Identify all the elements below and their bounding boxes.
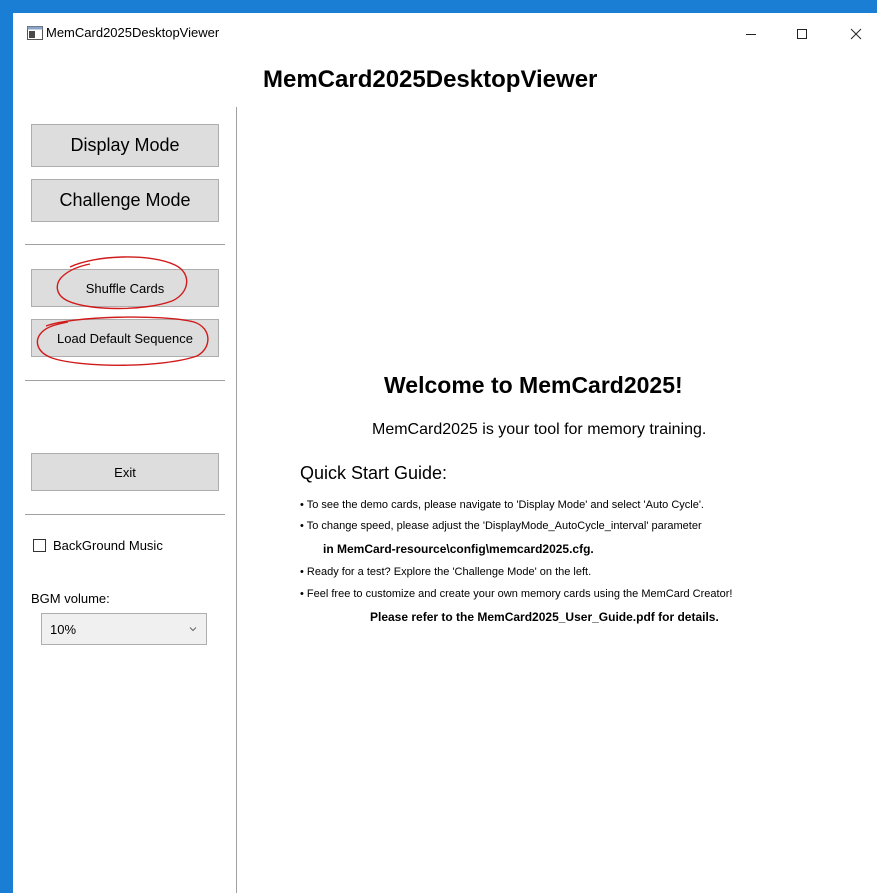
display-mode-button[interactable]: Display Mode [31, 124, 219, 167]
minimize-icon [746, 34, 756, 35]
shuffle-cards-button[interactable]: Shuffle Cards [31, 269, 219, 307]
window-frame-top [0, 0, 877, 13]
app-window: MemCard2025DesktopViewer MemCard2025Desk… [0, 0, 877, 893]
bgm-volume-label: BGM volume: [31, 591, 110, 606]
sidebar-separator [25, 244, 225, 245]
close-icon [850, 28, 862, 40]
bgm-volume-value: 10% [50, 622, 77, 637]
minimize-button[interactable] [728, 19, 774, 49]
background-music-checkbox[interactable] [33, 539, 46, 552]
sidebar-separator [25, 514, 225, 515]
window-frame-left [0, 0, 13, 893]
sidebar-separator [25, 380, 225, 381]
bgm-volume-dropdown[interactable]: 10% [41, 613, 207, 645]
close-button[interactable] [833, 19, 877, 49]
quick-start-heading: Quick Start Guide: [300, 463, 448, 483]
guide-line: • To see the demo cards, please navigate… [300, 499, 704, 511]
maximize-button[interactable] [779, 19, 825, 49]
guide-line: • Ready for a test? Explore the 'Challen… [300, 566, 592, 578]
guide-line: • To change speed, please adjust the 'Di… [300, 520, 702, 532]
guide-line: • Feel free to customize and create your… [300, 588, 733, 600]
load-default-sequence-button[interactable]: Load Default Sequence [31, 319, 219, 357]
app-heading: MemCard2025DesktopViewer [263, 66, 598, 93]
welcome-title: Welcome to MemCard2025! [384, 372, 683, 398]
sidebar-divider [236, 107, 237, 893]
background-music-label[interactable]: BackGround Music [53, 538, 163, 553]
window-title: MemCard2025DesktopViewer [46, 25, 220, 40]
title-bar[interactable]: MemCard2025DesktopViewer [13, 13, 877, 53]
maximize-icon [797, 29, 807, 39]
chevron-down-icon [189, 627, 197, 632]
challenge-mode-button[interactable]: Challenge Mode [31, 179, 219, 222]
exit-button[interactable]: Exit [31, 453, 219, 491]
welcome-subtitle: MemCard2025 is your tool for memory trai… [372, 421, 707, 438]
app-window-icon [27, 26, 43, 40]
guide-line-config-path: in MemCard-resource\config\memcard2025.c… [323, 542, 594, 556]
guide-line-user-guide: Please refer to the MemCard2025_User_Gui… [370, 610, 719, 624]
